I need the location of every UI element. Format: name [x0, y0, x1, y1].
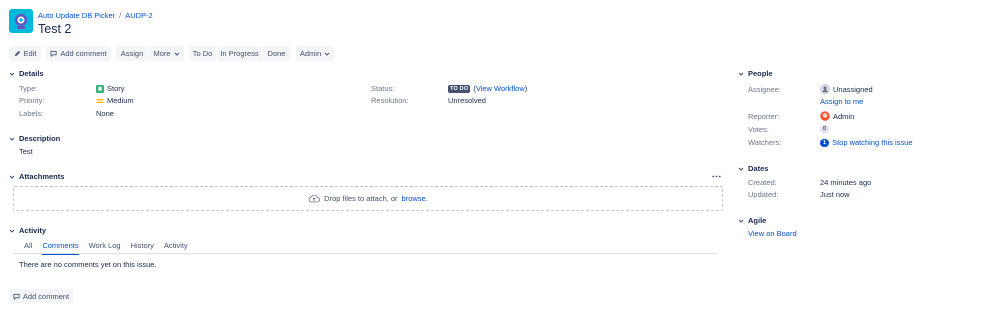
done-button[interactable]: Done: [263, 46, 290, 61]
chevron-down-icon: [9, 229, 15, 233]
votes-count-badge: 0: [820, 125, 830, 133]
reporter-value-text: Admin: [833, 111, 855, 121]
type-value: Story: [96, 84, 125, 93]
add-comment-bottom-label: Add comment: [22, 291, 70, 301]
status-lozenge: TO DO: [448, 84, 471, 93]
breadcrumb-issue-key-link[interactable]: AUDP-2: [125, 11, 153, 20]
people-heading: People: [748, 69, 773, 78]
attachments-section-toggle[interactable]: Attachments: [9, 172, 64, 181]
story-icon: [96, 84, 104, 93]
priority-value-text: Medium: [107, 96, 134, 105]
chevron-down-icon: [738, 167, 744, 171]
chevron-down-icon: [324, 52, 330, 56]
updated-value: Just now: [820, 190, 850, 199]
reporter-value: Admin: [820, 111, 854, 121]
cloud-upload-icon: [308, 194, 321, 203]
agile-section-toggle[interactable]: Agile: [738, 216, 766, 225]
assign-to-me-link[interactable]: Assign to me: [820, 97, 863, 106]
votes-label: Votes:: [748, 125, 769, 134]
stop-watching-link[interactable]: Stop watching this issue: [832, 138, 912, 147]
assignee-value: Unassigned: [820, 84, 873, 94]
updated-label: Updated:: [748, 190, 779, 199]
created-value: 24 minutes ago: [820, 178, 872, 187]
more-button-label: More: [153, 49, 171, 58]
priority-label: Priority:: [19, 96, 45, 105]
chevron-down-icon: [738, 72, 744, 76]
add-comment-bottom-button[interactable]: Add comment: [9, 289, 73, 303]
details-heading: Details: [19, 69, 44, 78]
browse-link[interactable]: browse.: [402, 194, 428, 203]
edit-button[interactable]: Edit: [9, 46, 41, 61]
attachments-options-button[interactable]: [711, 171, 721, 181]
no-comments-message: There are no comments yet on this issue.: [19, 260, 157, 269]
in-progress-button[interactable]: In Progress: [217, 46, 262, 61]
in-progress-button-label: In Progress: [220, 49, 259, 58]
type-label: Type:: [19, 84, 38, 93]
watchers-label: Watchers:: [748, 138, 782, 147]
labels-value: None: [96, 109, 114, 118]
created-label: Created:: [748, 178, 777, 187]
project-avatar[interactable]: [9, 9, 33, 33]
priority-medium-icon: [96, 98, 104, 103]
resolution-label: Resolution:: [371, 96, 409, 105]
chevron-down-icon: [9, 72, 15, 76]
project-robot-icon: [15, 14, 27, 29]
dates-section-toggle[interactable]: Dates: [738, 164, 768, 173]
reporter-label: Reporter:: [748, 112, 780, 121]
admin-button-label: Admin: [299, 49, 322, 58]
type-value-text: Story: [107, 84, 125, 93]
activity-section-toggle[interactable]: Activity: [9, 226, 46, 235]
watchers-count-badge[interactable]: 1: [820, 138, 830, 147]
activity-heading: Activity: [19, 226, 47, 235]
priority-value: Medium: [96, 96, 134, 105]
chevron-down-icon: [738, 219, 744, 223]
watchers-value: 1 Stop watching this issue: [820, 138, 913, 147]
resolution-value: Unresolved: [448, 96, 486, 105]
attachment-dropzone[interactable]: Drop files to attach, or browse.: [13, 186, 723, 211]
assign-button-label: Assign: [120, 49, 144, 58]
to-do-button-label: To Do: [192, 49, 213, 58]
comment-icon: [50, 50, 57, 57]
admin-button[interactable]: Admin: [296, 46, 334, 61]
edit-button-label: Edit: [23, 49, 37, 58]
assign-button[interactable]: Assign: [116, 46, 148, 61]
dates-heading: Dates: [748, 164, 769, 173]
tabs-divider: [13, 253, 718, 254]
description-section-toggle[interactable]: Description: [9, 134, 60, 143]
breadcrumb-separator: /: [119, 11, 122, 20]
ellipsis-icon: [711, 175, 721, 177]
assignee-value-text: Unassigned: [833, 84, 873, 94]
chevron-down-icon: [174, 52, 179, 56]
dropzone-text: Drop files to attach, or: [324, 194, 398, 203]
unassigned-avatar-icon: [820, 84, 830, 94]
people-section-toggle[interactable]: People: [738, 69, 773, 78]
description-text[interactable]: Test: [19, 147, 33, 156]
to-do-button[interactable]: To Do: [189, 46, 216, 61]
votes-value[interactable]: 0: [820, 125, 830, 133]
done-button-label: Done: [267, 49, 286, 58]
issue-title: Test 2: [38, 22, 72, 36]
view-workflow-link[interactable]: View Workflow: [476, 84, 525, 93]
chevron-down-icon: [9, 175, 15, 179]
add-comment-button-label: Add comment: [60, 49, 107, 58]
status-value: TO DO (View Workflow): [448, 84, 528, 93]
status-label: Status:: [371, 84, 395, 93]
view-on-board-link[interactable]: View on Board: [748, 229, 797, 238]
details-section-toggle[interactable]: Details: [9, 69, 44, 78]
chevron-down-icon: [9, 137, 15, 141]
labels-label: Labels:: [19, 109, 44, 118]
attachments-heading: Attachments: [19, 172, 65, 181]
description-heading: Description: [19, 134, 61, 143]
add-comment-button[interactable]: Add comment: [46, 46, 111, 61]
reporter-avatar-icon: [820, 111, 830, 121]
breadcrumb: Auto Update DB Picker / AUDP-2: [38, 11, 153, 20]
comment-icon: [13, 293, 20, 300]
assignee-label: Assignee:: [748, 85, 781, 94]
breadcrumb-project-link[interactable]: Auto Update DB Picker: [38, 11, 115, 20]
agile-heading: Agile: [748, 216, 767, 225]
more-button[interactable]: More: [149, 46, 184, 61]
pencil-icon: [14, 50, 20, 57]
